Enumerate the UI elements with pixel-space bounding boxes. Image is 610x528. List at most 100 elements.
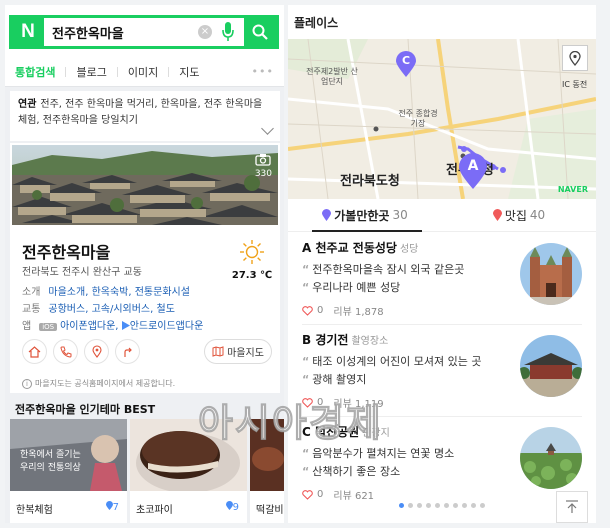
home-button[interactable] xyxy=(22,339,47,364)
phone-icon xyxy=(59,346,71,358)
pin-icon xyxy=(105,501,113,510)
tab-attractions[interactable]: 가볼만한곳 30 xyxy=(288,199,442,232)
action-buttons xyxy=(22,339,140,364)
android-app-link[interactable]: 안드로이드앱다운 xyxy=(130,321,204,332)
theme-count: 9 xyxy=(225,501,239,513)
folded-map-icon xyxy=(212,346,224,357)
place-info-card: 330 전주한옥마을 전라북도 전주시 완산구 교동 27.3 ℃ 소개 마을소개… xyxy=(10,143,280,393)
place-letter: B xyxy=(302,333,312,347)
weather-temperature: 27.3 ℃ xyxy=(231,270,273,281)
directions-icon xyxy=(123,347,132,357)
place-meta: 0 리뷰 1,878 xyxy=(302,303,384,318)
tab-blog[interactable]: 블로그 xyxy=(66,64,116,80)
directions-button[interactable] xyxy=(115,339,140,364)
search-box: N × xyxy=(9,15,279,49)
hanok-village-image xyxy=(12,145,278,225)
microphone-icon[interactable] xyxy=(220,20,236,44)
location-pin-icon xyxy=(569,50,581,66)
transport-links[interactable]: 공항버스, 고속/시외버스, 철도 xyxy=(48,304,174,315)
related-searches: 연관 전주, 전주 한옥마을 먹거리, 한옥마을, 전주 한옥마을 체험, 전주한… xyxy=(10,91,280,141)
page-dot[interactable] xyxy=(453,503,458,508)
arrow-up-icon xyxy=(566,500,578,513)
intro-links[interactable]: 마을소개, 한옥숙박, 전통문화시설 xyxy=(48,287,190,298)
review-count: 리뷰 621 xyxy=(333,491,375,502)
heart-icon[interactable] xyxy=(302,489,313,500)
place-thumbnail[interactable] xyxy=(520,427,582,489)
place-thumbnail[interactable] xyxy=(520,243,582,305)
search-icon xyxy=(252,24,268,40)
quote-mark: “ xyxy=(302,373,310,386)
map-image xyxy=(288,39,596,199)
place-thumbnail[interactable] xyxy=(520,335,582,397)
lotus-pond-image xyxy=(520,427,582,489)
call-button[interactable] xyxy=(53,339,78,364)
cathedral-image xyxy=(520,243,582,305)
related-label: 연관 xyxy=(18,99,37,110)
map-notice: i 마을지도는 공식홈페이지에서 제공합니다. xyxy=(22,378,175,389)
ios-badge: iOS xyxy=(39,323,58,331)
photo-count[interactable]: 330 xyxy=(255,153,272,179)
naver-logo[interactable]: N xyxy=(12,18,44,46)
review-count: 리뷰 1,878 xyxy=(333,307,384,318)
place-address: 전라북도 전주시 완산구 교동 xyxy=(22,267,142,278)
places-map[interactable]: 전주제2발반 산업단지 전주 종합경기장 전라북도청 전주시청 IC 동전 NA… xyxy=(288,39,596,199)
search-button[interactable] xyxy=(244,18,276,46)
page-dot[interactable] xyxy=(480,503,485,508)
ios-app-link[interactable]: 아이폰앱다운, xyxy=(60,321,118,332)
village-photo[interactable]: 330 xyxy=(12,145,278,225)
place-title[interactable]: 전주한옥마을 xyxy=(22,239,110,263)
scroll-to-top-button[interactable] xyxy=(556,491,588,523)
tab-integrated[interactable]: 통합검색 xyxy=(5,64,65,80)
watermark: 아시아경제 xyxy=(198,401,383,446)
map-pin-c[interactable]: C xyxy=(396,51,416,77)
page-dot[interactable] xyxy=(462,503,467,508)
page-dot[interactable] xyxy=(426,503,431,508)
map-pin-icon xyxy=(91,345,102,358)
place-category: 성당 xyxy=(399,244,419,255)
map-label-industrial: 전주제2발반 산업단지 xyxy=(306,67,358,86)
place-meta: 0 리뷰 621 xyxy=(302,487,374,502)
heart-icon[interactable] xyxy=(302,305,313,316)
page-dot[interactable] xyxy=(417,503,422,508)
weather-widget[interactable]: 27.3 ℃ xyxy=(230,239,274,281)
quote-mark: “ xyxy=(302,281,310,294)
village-map-button[interactable]: 마을지도 xyxy=(204,339,272,364)
page-dot[interactable] xyxy=(408,503,413,508)
camera-icon xyxy=(255,154,272,166)
hanbok-overlay-text: 한옥에서 즐기는 우리의 전통의상 xyxy=(20,450,81,473)
page-dot[interactable] xyxy=(435,503,440,508)
location-button[interactable] xyxy=(84,339,109,364)
place-item[interactable]: A 천주교 전동성당 성당 “전주한옥마을속 잠시 외국 같은곳 “우리나라 예쁜… xyxy=(302,233,582,325)
map-label-ic: IC 동전 xyxy=(562,80,588,89)
related-keywords[interactable]: 전주, 전주 한옥마을 먹거리, 한옥마을, 전주 한옥마을 체험, 전주한옥마… xyxy=(18,99,262,126)
place-description: “태조 이성계의 어진이 모셔져 있는 곳 “광해 촬영지 xyxy=(302,355,482,386)
map-label-province-office: 전라북도청 xyxy=(340,174,400,189)
tab-more[interactable]: ••• xyxy=(242,65,284,78)
tab-map[interactable]: 지도 xyxy=(169,64,209,80)
place-name: 천주교 전동성당 xyxy=(315,241,397,255)
tab-restaurants[interactable]: 맛집 40 xyxy=(442,199,596,231)
pagination-dots xyxy=(288,503,596,508)
theme-card[interactable]: 한옥에서 즐기는 우리의 전통의상 한복체험 7 xyxy=(10,419,127,523)
place-letter: A xyxy=(302,241,312,255)
home-icon xyxy=(28,345,41,358)
place-category: 촬영장소 xyxy=(351,336,389,347)
page-dot[interactable] xyxy=(399,503,404,508)
place-name: 경기전 xyxy=(315,333,349,347)
page-dot[interactable] xyxy=(444,503,449,508)
clear-icon[interactable]: × xyxy=(198,25,212,39)
quote-mark: “ xyxy=(302,447,310,460)
theme-count: 7 xyxy=(105,501,119,513)
search-input[interactable] xyxy=(44,18,198,46)
place-description: “음악분수가 펼쳐지는 연꽃 명소 “산책하기 좋은 장소 xyxy=(302,447,455,478)
search-bar: N × xyxy=(5,5,284,57)
place-description: “전주한옥마을속 잠시 외국 같은곳 “우리나라 예쁜 성당 xyxy=(302,263,465,294)
tab-image[interactable]: 이미지 xyxy=(118,64,168,80)
info-icon: i xyxy=(22,378,32,389)
my-location-button[interactable] xyxy=(562,45,588,71)
photo-count-value: 330 xyxy=(254,169,272,179)
page-dot[interactable] xyxy=(471,503,476,508)
purple-pin-icon xyxy=(322,209,332,221)
map-pin-a[interactable]: A xyxy=(459,153,487,189)
chevron-down-icon[interactable] xyxy=(261,122,274,135)
